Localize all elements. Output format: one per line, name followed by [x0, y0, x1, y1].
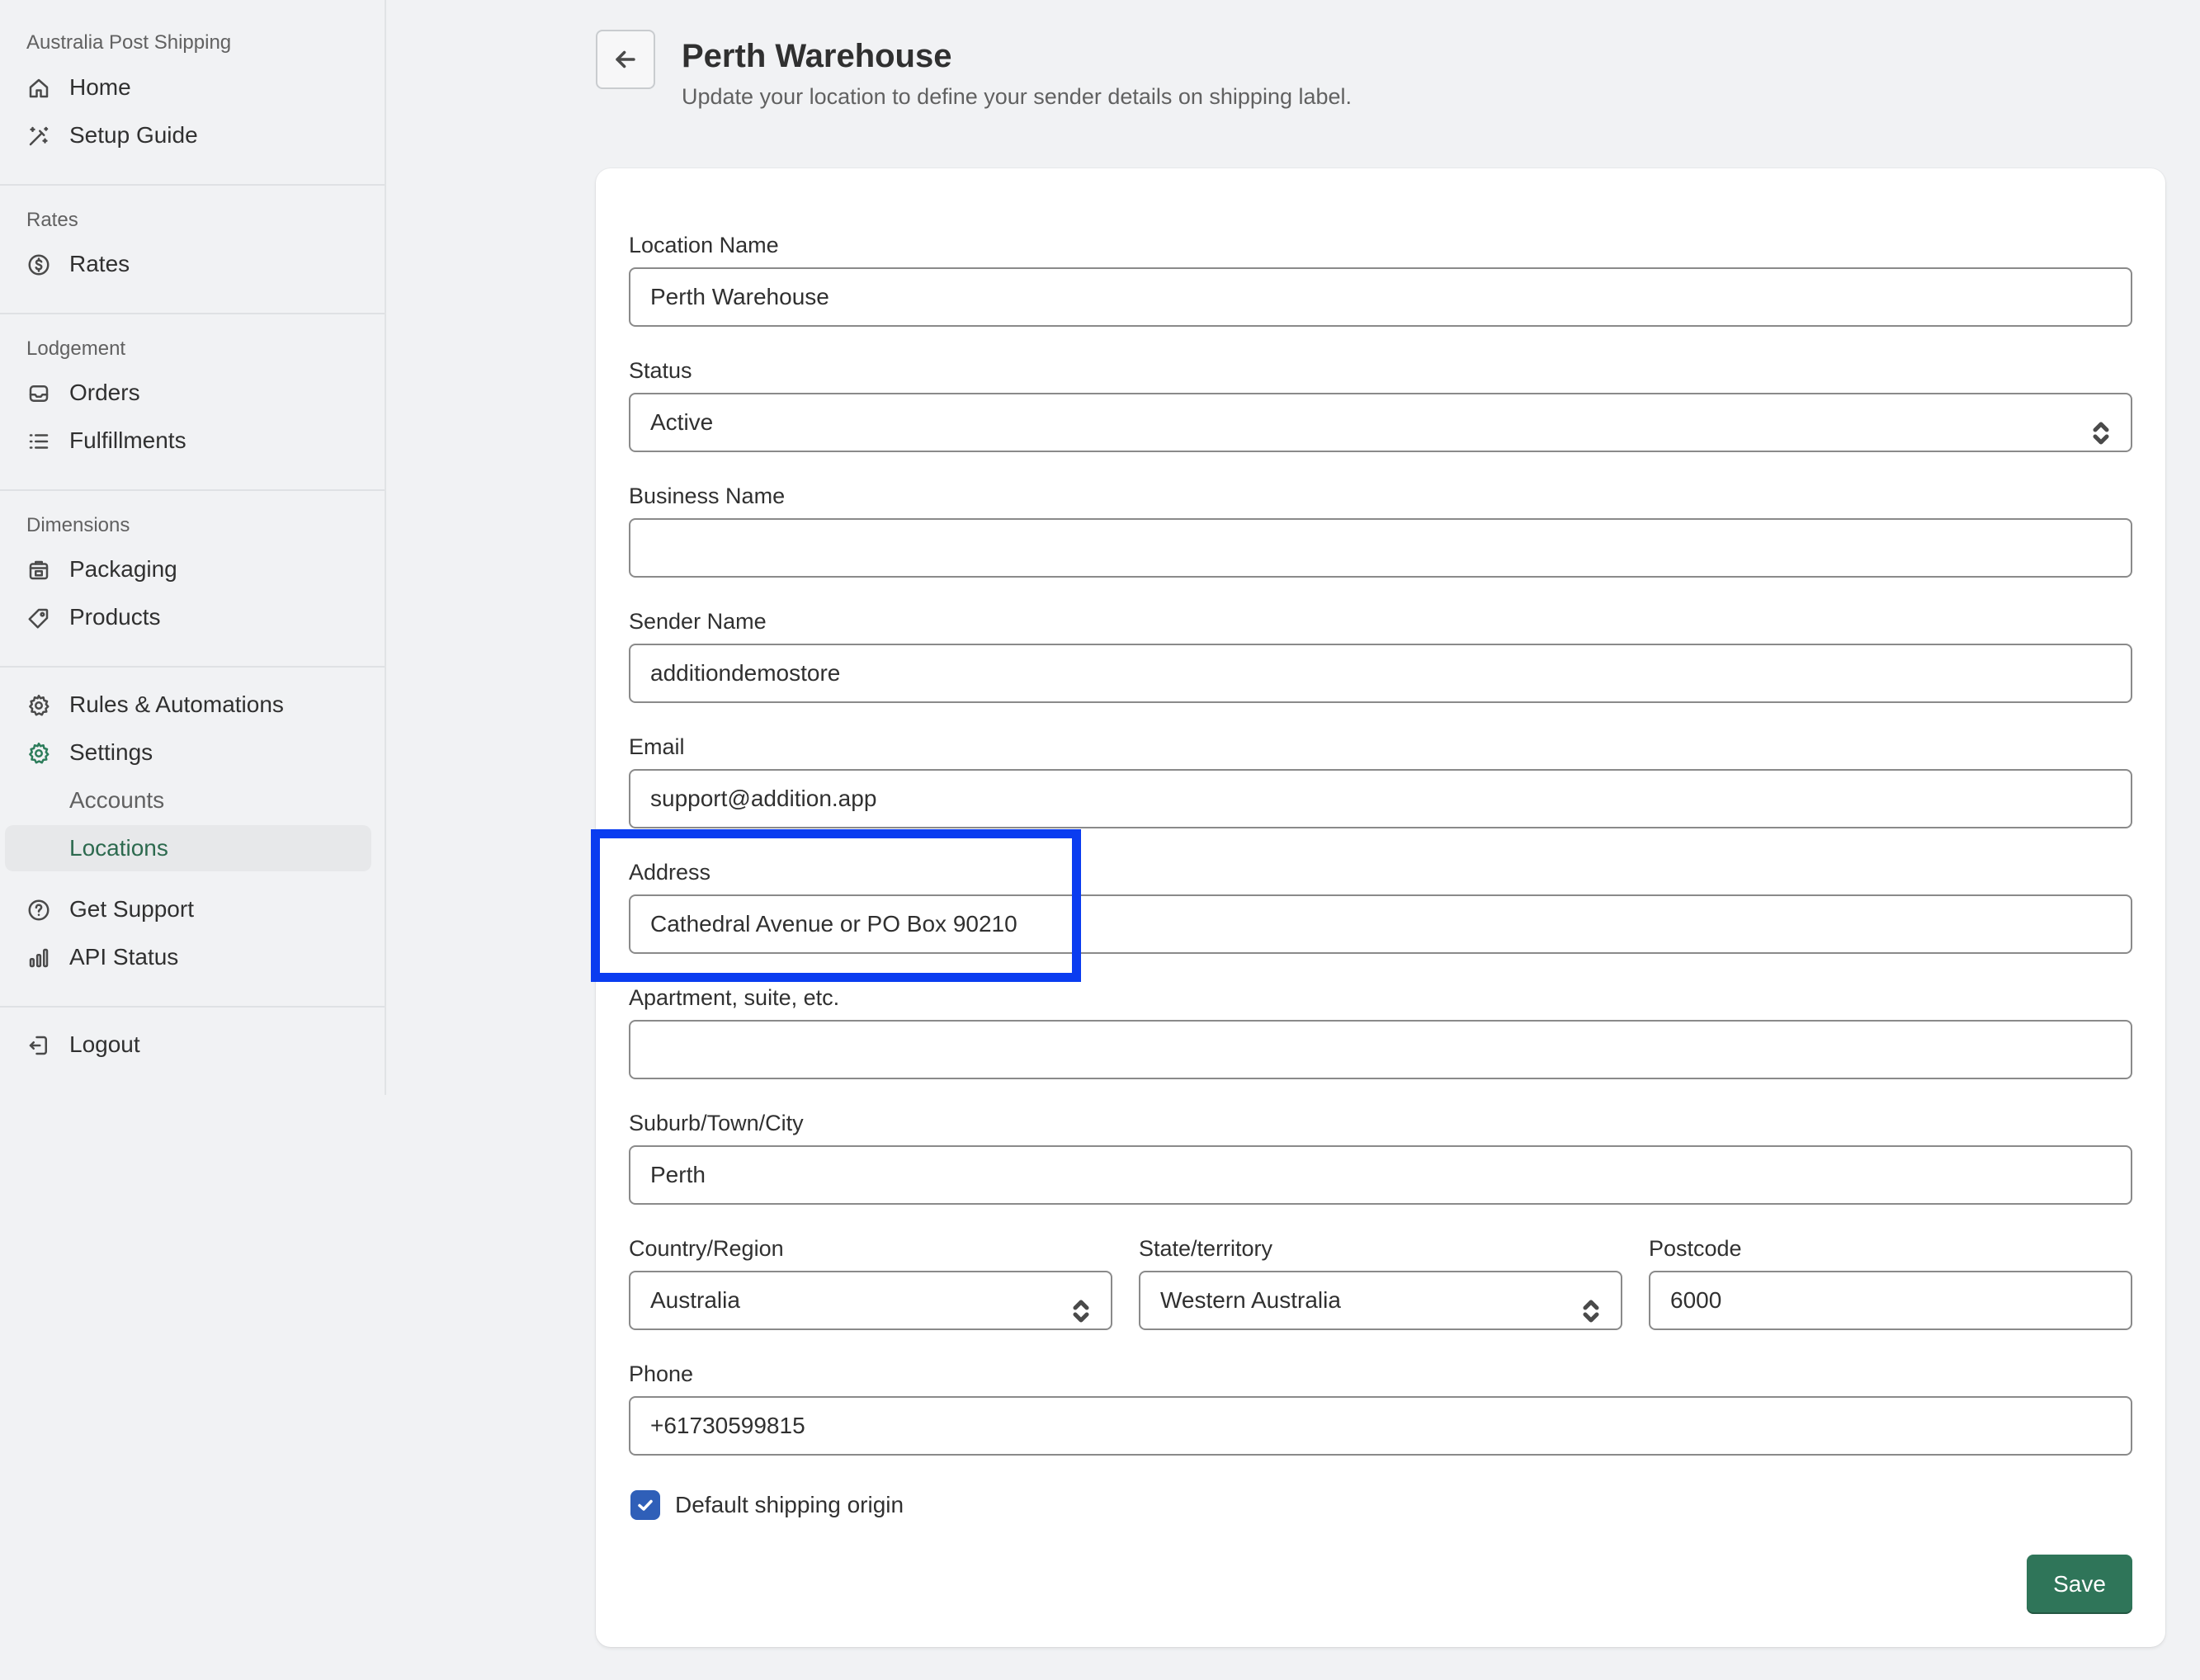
sidebar-item-label: Products	[69, 604, 161, 630]
save-button[interactable]: Save	[2027, 1555, 2132, 1614]
state-select[interactable]: Western Australia	[1139, 1271, 1622, 1330]
section-title-dimensions: Dimensions	[26, 514, 130, 536]
sidebar-item-home[interactable]: Home	[5, 64, 371, 111]
status-label: Status	[629, 358, 692, 383]
state-label: State/territory	[1139, 1236, 1273, 1261]
status-select[interactable]: Active	[629, 393, 2132, 452]
sidebar-item-label: Orders	[69, 380, 140, 405]
sender-name-label: Sender Name	[629, 609, 767, 634]
sidebar-item-label: API Status	[69, 944, 179, 970]
page-subtitle: Update your location to define your send…	[682, 84, 1353, 109]
sidebar-item-label: Fulfillments	[69, 427, 186, 453]
divider	[0, 666, 385, 668]
sidebar-item-label: Home	[69, 74, 131, 100]
package-icon	[26, 558, 51, 583]
sidebar-item-settings[interactable]: Settings	[5, 729, 371, 776]
business-name-label: Business Name	[629, 484, 786, 508]
sidebar-item-label: Setup Guide	[69, 122, 198, 148]
question-circle-icon	[26, 898, 51, 923]
sidebar-item-fulfillments[interactable]: Fulfillments	[5, 418, 371, 464]
sidebar-item-packaging[interactable]: Packaging	[5, 546, 371, 592]
state-value: Western Australia	[1160, 1287, 1341, 1313]
address-label: Address	[629, 860, 711, 885]
tag-icon	[26, 606, 51, 630]
section-title-rates: Rates	[26, 209, 78, 231]
sidebar: Australia Post Shipping Home Setup Guide…	[0, 0, 386, 1095]
back-button[interactable]	[596, 30, 655, 89]
suburb-field[interactable]: Perth	[629, 1145, 2132, 1205]
sidebar-item-logout[interactable]: Logout	[5, 1022, 371, 1068]
inbox-icon	[26, 381, 51, 406]
gear-icon	[26, 741, 51, 766]
divider	[0, 489, 385, 491]
divider	[0, 184, 385, 186]
chevron-updown-icon	[1579, 1289, 1603, 1323]
postcode-field[interactable]: 6000	[1649, 1271, 2132, 1330]
phone-field[interactable]: +61730599815	[629, 1396, 2132, 1456]
country-select[interactable]: Australia	[629, 1271, 1112, 1330]
sidebar-item-orders[interactable]: Orders	[5, 370, 371, 416]
country-label: Country/Region	[629, 1236, 784, 1261]
sidebar-item-locations[interactable]: Locations	[5, 825, 371, 871]
exit-icon	[26, 1033, 51, 1058]
app-name: Australia Post Shipping	[26, 31, 232, 54]
magic-wand-icon	[26, 124, 51, 149]
sidebar-item-label: Rules & Automations	[69, 691, 284, 717]
chevron-updown-icon	[2089, 411, 2113, 445]
country-value: Australia	[650, 1287, 740, 1313]
sidebar-item-rules-automations[interactable]: Rules & Automations	[5, 682, 371, 728]
phone-label: Phone	[629, 1361, 694, 1386]
sidebar-item-setup-guide[interactable]: Setup Guide	[5, 112, 371, 158]
sidebar-item-products[interactable]: Products	[5, 594, 371, 640]
location-name-label: Location Name	[629, 233, 779, 257]
list-icon	[26, 429, 51, 454]
business-name-field[interactable]	[629, 518, 2132, 578]
sidebar-item-label: Get Support	[69, 896, 194, 922]
dollar-circle-icon	[26, 252, 51, 277]
home-icon	[26, 76, 51, 101]
sidebar-item-label: Accounts	[69, 787, 165, 813]
status-value: Active	[650, 409, 714, 435]
sidebar-item-label: Settings	[69, 739, 153, 765]
section-title-lodgement: Lodgement	[26, 337, 126, 360]
divider	[0, 313, 385, 314]
sidebar-item-get-support[interactable]: Get Support	[5, 886, 371, 932]
default-origin-label[interactable]: Default shipping origin	[675, 1490, 904, 1520]
apartment-field[interactable]	[629, 1020, 2132, 1079]
postcode-label: Postcode	[1649, 1236, 1742, 1261]
email-field[interactable]: support@addition.app	[629, 769, 2132, 828]
sidebar-item-label: Packaging	[69, 556, 177, 582]
sidebar-item-rates[interactable]: Rates	[5, 241, 371, 287]
sidebar-item-label: Logout	[69, 1031, 140, 1057]
default-origin-checkbox[interactable]	[630, 1490, 660, 1520]
sender-name-field[interactable]: additiondemostore	[629, 644, 2132, 703]
bar-chart-icon	[26, 946, 51, 970]
location-name-field[interactable]: Perth Warehouse	[629, 267, 2132, 327]
suburb-label: Suburb/Town/City	[629, 1111, 804, 1135]
apartment-label: Apartment, suite, etc.	[629, 985, 840, 1010]
email-label: Email	[629, 734, 685, 759]
address-field[interactable]: Cathedral Avenue or PO Box 90210	[629, 894, 2132, 954]
page-title: Perth Warehouse	[682, 38, 952, 74]
chevron-updown-icon	[1069, 1289, 1093, 1323]
divider	[0, 1006, 385, 1008]
sidebar-item-accounts[interactable]: Accounts	[5, 777, 371, 823]
sidebar-item-label: Locations	[69, 835, 168, 861]
sidebar-item-label: Rates	[69, 251, 130, 276]
gear-icon	[26, 693, 51, 718]
sidebar-item-api-status[interactable]: API Status	[5, 934, 371, 980]
checkmark-icon	[635, 1495, 655, 1515]
arrow-left-icon	[611, 45, 640, 73]
